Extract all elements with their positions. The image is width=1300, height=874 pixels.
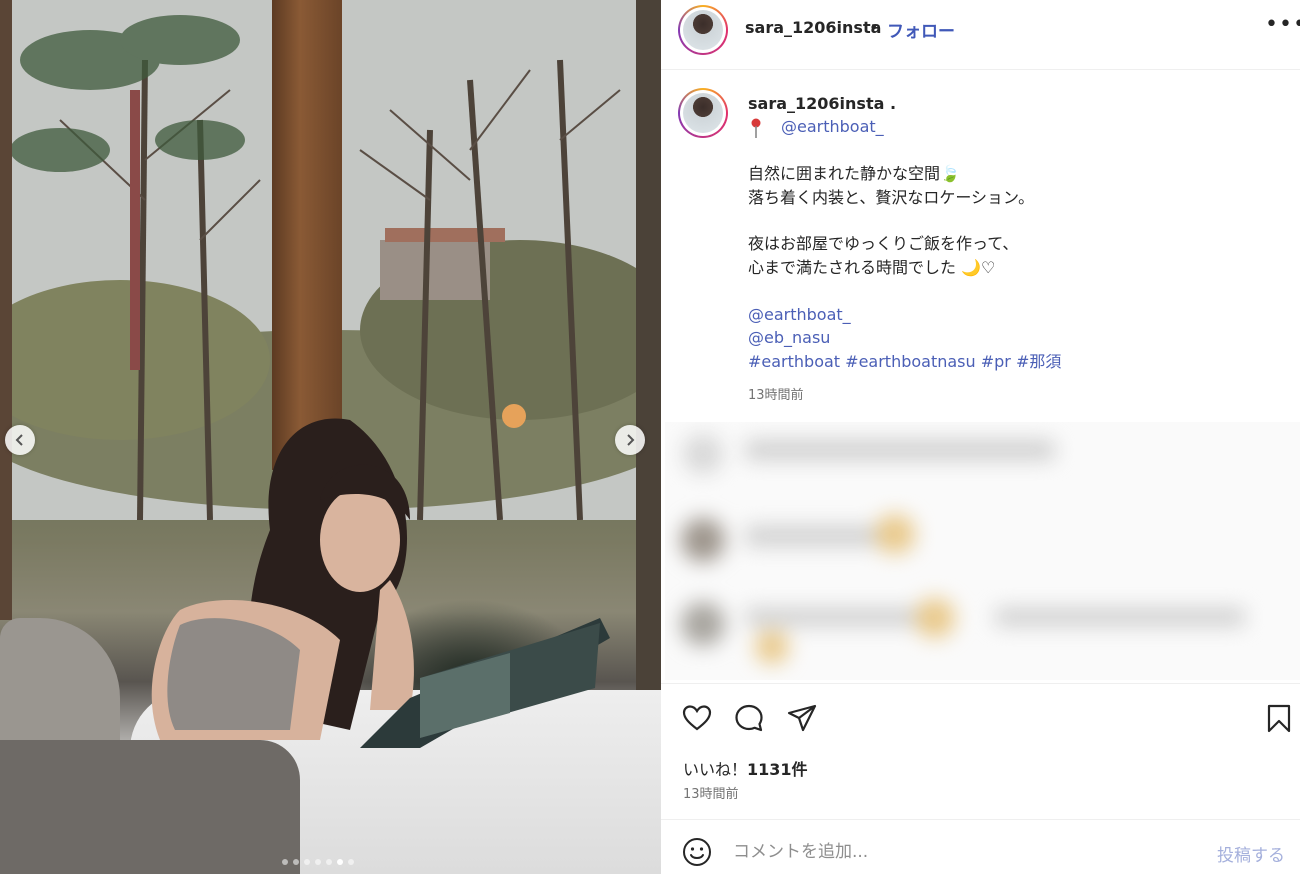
post-header: sara_1206insta • フォロー •••	[661, 0, 1300, 70]
post-timestamp: 13時間前	[683, 787, 739, 802]
likes-number: 1131件	[747, 760, 808, 779]
comment-input[interactable]	[733, 840, 1193, 864]
post-actions: いいね！1131件 13時間前	[661, 683, 1300, 819]
carousel-dot	[348, 859, 354, 865]
header-username[interactable]: sara_1206insta	[745, 18, 881, 37]
caption-timestamp: 13時間前	[748, 388, 804, 403]
window-frame-center	[272, 0, 342, 470]
more-options-button[interactable]: •••	[1265, 12, 1300, 37]
avatar[interactable]	[678, 5, 728, 55]
carousel-dot	[304, 859, 310, 865]
carousel-dots	[282, 859, 354, 865]
blurred-comments	[665, 422, 1300, 680]
smiley-icon[interactable]	[681, 836, 713, 868]
blanket	[0, 740, 300, 874]
heart-icon[interactable]	[681, 702, 713, 734]
window-frame-right	[636, 0, 661, 690]
post-photo[interactable]	[0, 0, 661, 874]
pin-icon	[751, 118, 761, 138]
window-frame-left	[0, 0, 12, 620]
header-separator: •	[869, 18, 879, 37]
caption-avatar[interactable]	[678, 88, 728, 138]
follow-button[interactable]: フォロー	[887, 17, 955, 42]
like-count[interactable]: いいね！1131件	[683, 756, 808, 780]
caption-line: 夜はお部屋でゆっくりご飯を作って、	[748, 234, 1019, 253]
chevron-right-icon	[627, 434, 635, 446]
post-caption: sara_1206insta . @earthboat_ 自然に囲まれた静かな空…	[661, 70, 1300, 420]
caption-username[interactable]: sara_1206insta .	[748, 94, 896, 113]
post-side-panel: sara_1206insta • フォロー ••• sara_1206insta…	[661, 0, 1300, 874]
location-mention-link[interactable]: @earthboat_	[781, 117, 884, 136]
comment-bar: 投稿する	[661, 819, 1300, 874]
caption-line: 自然に囲まれた静かな空間🍃	[748, 164, 960, 183]
blanket-fold	[0, 618, 120, 758]
chevron-left-icon	[15, 434, 23, 446]
post-comment-button[interactable]: 投稿する	[1217, 841, 1285, 866]
hashtag-links[interactable]: #earthboat #earthboatnasu #pr #那須	[748, 350, 1061, 374]
likes-prefix: いいね！	[683, 760, 748, 779]
magazine	[360, 618, 610, 748]
carousel-dot	[293, 859, 299, 865]
bookmark-icon[interactable]	[1263, 702, 1295, 734]
carousel-dot	[315, 859, 321, 865]
send-icon[interactable]	[786, 702, 818, 734]
carousel-dot	[337, 859, 343, 865]
caption-line: 落ち着く内装と、贅沢なロケーション。	[748, 188, 1035, 207]
comment-icon[interactable]	[733, 702, 765, 734]
carousel-next-button[interactable]	[615, 425, 645, 455]
carousel-dot	[326, 859, 332, 865]
carousel-dot	[282, 859, 288, 865]
mention-link[interactable]: @eb_nasu	[748, 326, 830, 350]
caption-line: 心まで満たされる時間でした 🌙♡	[748, 258, 996, 277]
carousel-prev-button[interactable]	[5, 425, 35, 455]
mention-link[interactable]: @earthboat_	[748, 303, 851, 327]
